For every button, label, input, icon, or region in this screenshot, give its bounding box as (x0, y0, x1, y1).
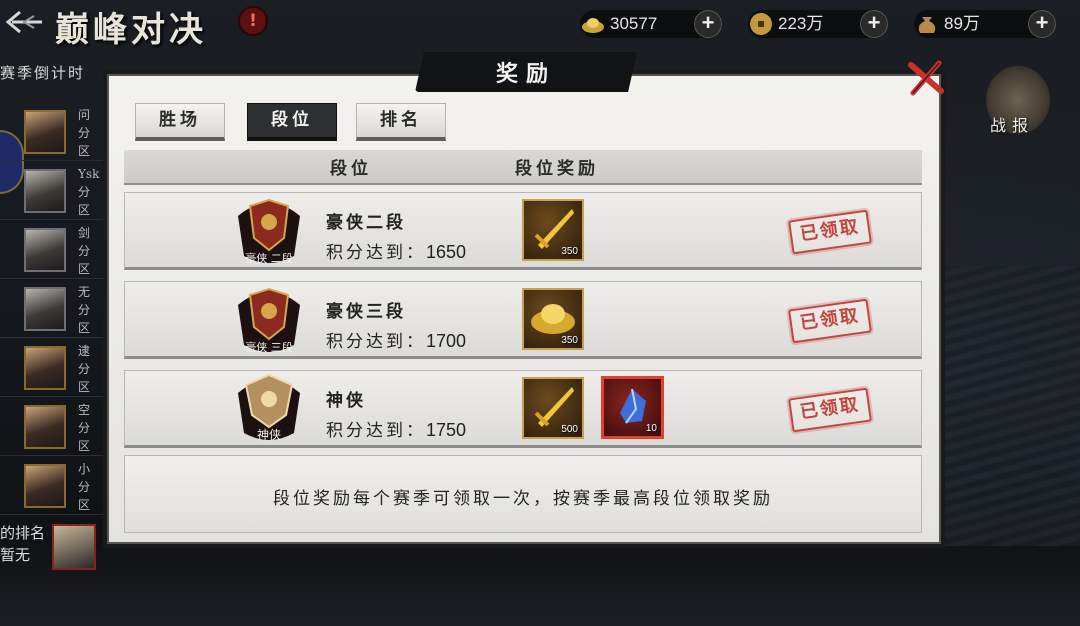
column-rank: 段位 (330, 159, 372, 179)
background-ground (0, 546, 1080, 626)
page-title: 巅峰对决 (55, 10, 207, 50)
avatar (24, 405, 66, 449)
avatar (24, 346, 66, 390)
rank-emblem-icon: 神侠 (238, 373, 300, 442)
dialog-title: 奖励 (495, 61, 556, 87)
rank-name: 豪侠二段 (326, 213, 406, 233)
back-arrow-icon[interactable] (4, 6, 44, 38)
my-avatar[interactable] (52, 524, 96, 570)
avatar (24, 287, 66, 331)
alert-icon[interactable]: ! (238, 6, 268, 36)
emblem-label: 神侠 (257, 428, 281, 442)
currency-money: 89万 + (914, 10, 1056, 38)
money-value: 89万 (944, 14, 980, 33)
currency-gold: 30577 + (580, 10, 722, 38)
avatar (24, 228, 66, 272)
countdown-label: 赛季倒计时 (0, 64, 86, 82)
avatar (24, 169, 66, 213)
reward-item[interactable]: 500 (522, 377, 584, 439)
gold-value: 30577 (610, 14, 658, 33)
rank-requirement: 积分达到：1700 (326, 331, 467, 352)
add-copper-button[interactable]: + (860, 10, 888, 38)
reward-item[interactable]: 350 (522, 288, 584, 350)
top-bar: 巅峰对决 ! 30577 + 223万 + 89万 + (0, 0, 1080, 50)
my-rank: 的排名 暂无 (0, 522, 45, 566)
battle-report-label[interactable]: 战报 (990, 112, 1034, 136)
reward-count: 500 (561, 424, 578, 435)
tab-rank-tier[interactable]: 段位 (247, 103, 337, 141)
reward-count: 350 (561, 246, 578, 257)
gold-ingot-icon (582, 18, 604, 33)
reward-count: 350 (561, 335, 578, 346)
add-money-button[interactable]: + (1028, 10, 1056, 38)
gold-ingot-icon (531, 304, 575, 334)
my-rank-label: 的排名 (0, 524, 46, 542)
list-item[interactable]: 空 分 区 (0, 399, 104, 456)
list-item[interactable]: 逮 分 区 (0, 340, 104, 397)
avatar (24, 464, 66, 508)
list-item[interactable]: 剑 分 区 (0, 222, 104, 279)
list-item[interactable]: Ysk 分 区 (0, 163, 104, 220)
money-bag-icon (918, 17, 936, 33)
reward-count: 10 (645, 423, 657, 434)
copper-value: 223万 (778, 14, 824, 33)
emblem-label: 豪侠 二段 (245, 251, 293, 265)
avatar (24, 110, 66, 154)
column-reward: 段位奖励 (515, 159, 599, 179)
rank-emblem-icon: 豪侠 三段 (238, 287, 300, 354)
reward-item[interactable]: 10 (601, 376, 664, 439)
copper-coin-icon (750, 13, 772, 35)
rank-name: 神侠 (326, 391, 366, 411)
add-gold-button[interactable]: + (694, 10, 722, 38)
rank-name: 豪侠三段 (326, 302, 406, 322)
tab-wins[interactable]: 胜场 (135, 103, 225, 141)
emblem-label: 豪侠 三段 (245, 340, 293, 354)
list-item[interactable]: 小 分 区 (0, 458, 104, 515)
close-icon[interactable] (905, 57, 947, 99)
rank-requirement: 积分达到：1650 (326, 242, 467, 263)
golden-sword-icon (534, 387, 574, 427)
tab-ranking[interactable]: 排名 (356, 103, 446, 141)
rank-requirement: 积分达到：1750 (326, 420, 467, 441)
list-item[interactable]: 问 分 区 (0, 104, 104, 161)
currency-copper: 223万 + (748, 10, 888, 38)
list-item[interactable]: 无 分 区 (0, 281, 104, 338)
my-rank-value: 暂无 (0, 546, 31, 564)
season-countdown: 赛季倒计时 (0, 62, 93, 83)
golden-sword-icon (534, 209, 574, 249)
rank-emblem-icon: 豪侠 二段 (238, 198, 300, 265)
reward-item[interactable]: 350 (522, 199, 584, 261)
note-text: 段位奖励每个赛季可领取一次，按赛季最高段位领取奖励 (273, 489, 773, 509)
